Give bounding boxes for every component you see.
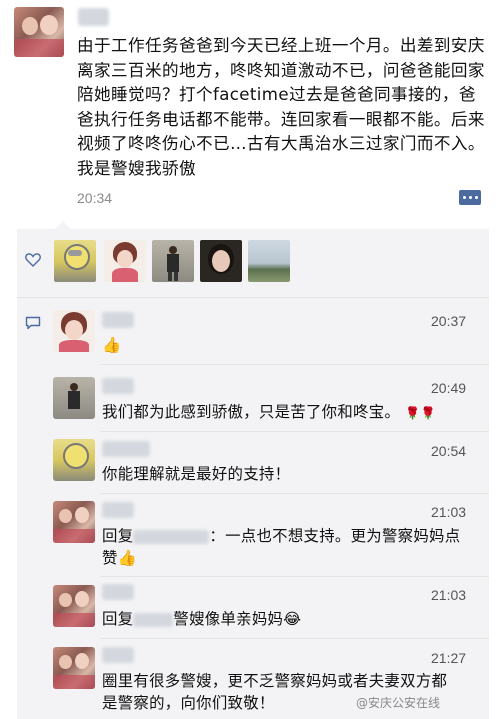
commenter-name-redacted[interactable] (102, 378, 134, 394)
commenter-avatar-6[interactable] (53, 647, 95, 689)
commenter-name-redacted[interactable] (102, 441, 150, 457)
poster-avatar[interactable] (14, 7, 64, 57)
thumbs-up-emoji: 👍 (102, 336, 122, 354)
commenter-name-redacted[interactable] (102, 647, 134, 663)
more-dots-icon[interactable] (459, 190, 481, 205)
laughing-emoji: 😂 (283, 610, 302, 628)
comment-time: 21:03 (431, 587, 467, 603)
comment-divider (100, 638, 489, 639)
post-text: 由于工作任务爸爸到今天已经上班一个月。出差到安庆离家三百米的地方，咚咚知道激动不… (77, 36, 485, 178)
comment-divider (100, 431, 489, 432)
weibo-watermark: @安庆公安在线 (356, 696, 441, 710)
commenter-name-redacted[interactable] (102, 312, 134, 328)
poster-name-redacted[interactable] (78, 8, 109, 26)
comment-text: 回复 警嫂像单亲妈妈😂 (102, 610, 302, 628)
liker-avatar-4[interactable] (200, 240, 242, 282)
commenter-avatar-4[interactable] (53, 501, 95, 543)
comment-time: 20:54 (431, 443, 467, 459)
commenter-avatar-1[interactable] (53, 310, 95, 352)
comment-text: 👍 (102, 334, 121, 356)
liker-avatar-2[interactable] (104, 240, 146, 282)
reply-target-redacted[interactable] (133, 529, 210, 544)
commenter-name-redacted[interactable] (102, 502, 134, 518)
comment-divider (100, 576, 489, 577)
commenter-avatar-2[interactable] (53, 377, 95, 419)
comment-text: 你能理解就是最好的支持！ (102, 465, 291, 483)
comment-bubble-icon (25, 316, 41, 330)
post-time: 20:34 (77, 190, 113, 206)
liker-avatar-3[interactable] (152, 240, 194, 282)
liker-avatar-5[interactable] (248, 240, 290, 282)
commenter-avatar-5[interactable] (53, 585, 95, 627)
comment-time: 21:03 (431, 504, 467, 520)
comment-time: 21:27 (431, 650, 467, 666)
liker-avatar-1[interactable] (54, 240, 96, 282)
heart-outline-icon (25, 253, 41, 267)
reply-target-redacted[interactable] (133, 612, 174, 627)
commenter-name-redacted[interactable] (102, 584, 134, 600)
comment-divider (100, 493, 489, 494)
comment-text: 回复 ：一点也不想支持。更为警察妈妈点赞👍 (102, 527, 461, 567)
moment-post: 由于工作任务爸爸到今天已经上班一个月。出差到安庆离家三百米的地方，咚咚知道激动不… (0, 0, 499, 222)
comment-divider (100, 364, 489, 365)
comment-time: 20:49 (431, 380, 467, 396)
commenter-avatar-3[interactable] (53, 439, 95, 481)
panel-arrow (55, 221, 71, 229)
comment-time: 20:37 (431, 313, 467, 329)
comment-text: 我们都为此感到骄傲，只是苦了你和咚宝。 🌹🌹 (102, 403, 436, 421)
rose-emoji: 🌹🌹 (405, 406, 436, 420)
thumbs-up-emoji: 👍 (117, 549, 138, 567)
